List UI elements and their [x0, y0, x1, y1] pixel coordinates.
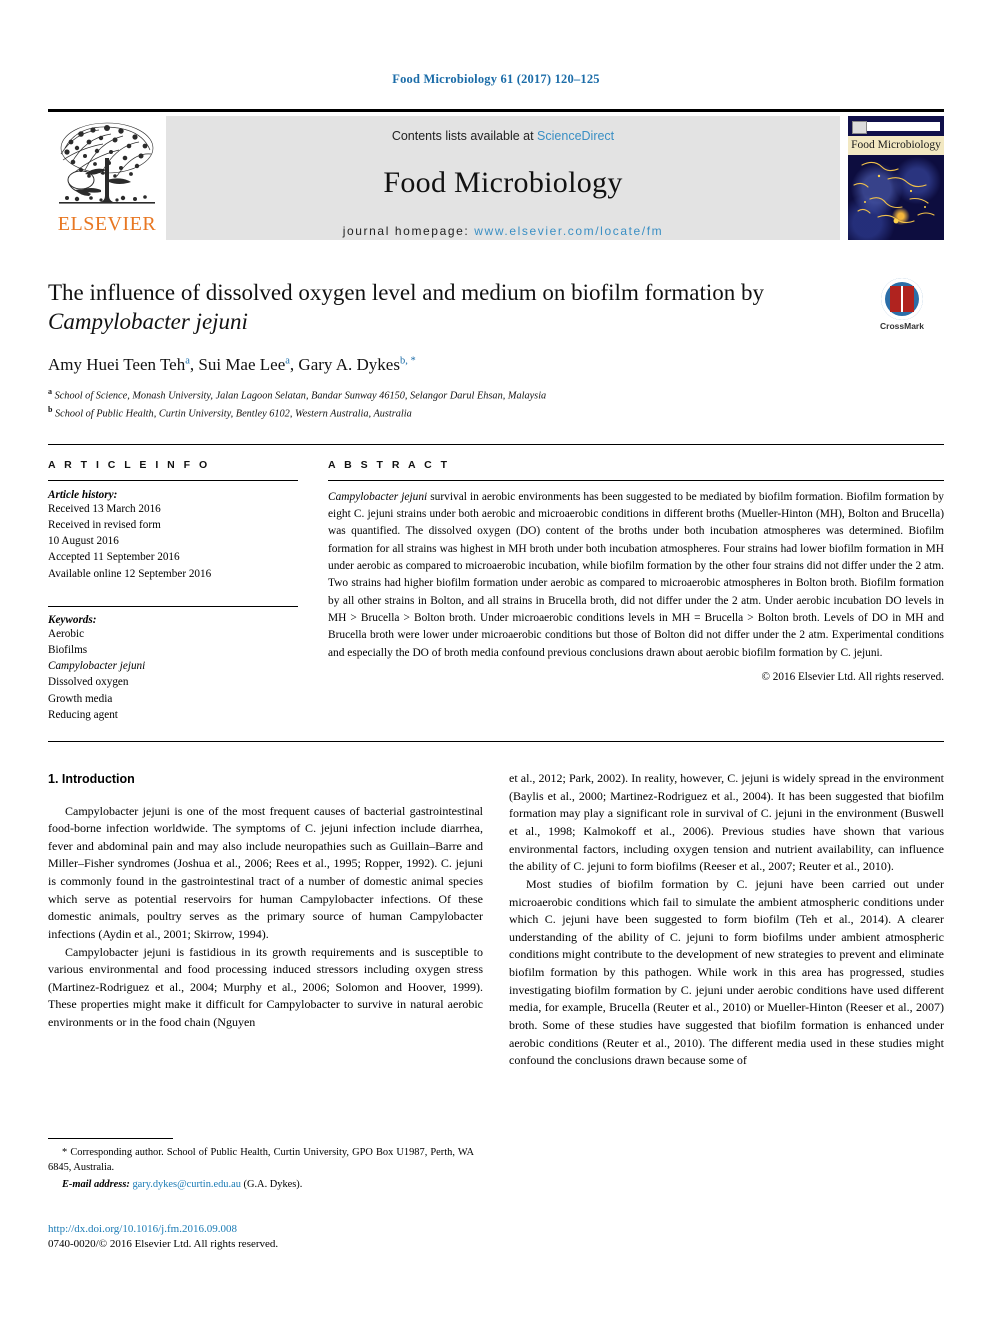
- paper-page: Food Microbiology 61 (2017) 120–125 ELSE…: [0, 0, 992, 1323]
- footnote-divider: [48, 1138, 173, 1139]
- list-item: Reducing agent: [48, 708, 118, 721]
- list-item: Growth media: [48, 692, 113, 705]
- title-text: The influence of dissolved oxygen level …: [48, 280, 765, 305]
- abstract-body: survival in aerobic environments has bee…: [328, 490, 944, 659]
- journal-homepage-line: journal homepage: www.elsevier.com/locat…: [166, 224, 840, 238]
- cover-title: Food Microbiology: [848, 136, 944, 155]
- article-info-column: A R T I C L E I N F O Article history: R…: [48, 459, 298, 724]
- doi-block: http://dx.doi.org/10.1016/j.fm.2016.09.0…: [48, 1222, 478, 1253]
- section-divider: [48, 741, 944, 743]
- author-name: Sui Mae Lee: [198, 354, 286, 374]
- body-column-left: 1. Introduction Campylobacter jejuni is …: [48, 770, 483, 1070]
- contents-available-line: Contents lists available at ScienceDirec…: [166, 116, 840, 143]
- list-item: Aerobic: [48, 627, 85, 640]
- abstract-column: A B S T R A C T Campylobacter jejuni sur…: [328, 459, 944, 724]
- paragraph: Campylobacter jejuni is fastidious in it…: [48, 944, 483, 1030]
- divider: [48, 479, 298, 481]
- email-owner: (G.A. Dykes).: [243, 1179, 303, 1191]
- email-label: E-mail address:: [62, 1179, 130, 1191]
- sciencedirect-link[interactable]: ScienceDirect: [537, 129, 614, 143]
- journal-cover-thumbnail: Food Microbiology: [848, 116, 944, 240]
- section-heading-introduction: 1. Introduction: [48, 772, 135, 787]
- journal-band: Contents lists available at ScienceDirec…: [166, 116, 840, 240]
- article-info-heading: A R T I C L E I N F O: [48, 458, 211, 471]
- copyright-line: © 2016 Elsevier Ltd. All rights reserved…: [761, 670, 945, 683]
- page-title: The influence of dissolved oxygen level …: [48, 278, 808, 337]
- divider: [48, 605, 298, 607]
- corresponding-text: Corresponding author. School of Public H…: [48, 1147, 474, 1174]
- elsevier-logo: ELSEVIER: [48, 112, 166, 244]
- journal-masthead: ELSEVIER Contents lists available at Sci…: [48, 109, 944, 244]
- info-abstract-section: A R T I C L E I N F O Article history: R…: [48, 443, 944, 724]
- affiliation-item: a School of Science, Monash University, …: [48, 386, 944, 404]
- keywords-block: Keywords: Aerobic Biofilms Campylobacter…: [48, 605, 298, 723]
- affiliation-marker: b: [48, 404, 53, 414]
- list-item: Biofilms: [48, 644, 88, 656]
- running-head: Food Microbiology 61 (2017) 120–125: [392, 72, 600, 86]
- list-item: Dissolved oxygen: [48, 676, 129, 689]
- elsevier-tree-icon: [51, 118, 163, 214]
- homepage-link[interactable]: www.elsevier.com/locate/fm: [474, 224, 663, 238]
- affiliation-item: b School of Public Health, Curtin Univer…: [48, 404, 944, 422]
- contents-prefix: Contents lists available at: [391, 129, 538, 143]
- affiliation-marker: a: [48, 386, 52, 396]
- paragraph: et al., 2012; Park, 2002). In reality, h…: [509, 771, 944, 874]
- author-name: Amy Huei Teen Teh: [48, 354, 186, 374]
- crossmark-icon: [881, 278, 923, 320]
- affiliation-list: a School of Science, Monash University, …: [48, 386, 944, 422]
- abstract-lead-species: Campylobacter jejuni: [328, 490, 428, 503]
- affiliation-text: School of Science, Monash University, Ja…: [54, 390, 547, 402]
- paragraph: Campylobacter jejuni is one of the most …: [48, 803, 483, 941]
- paragraph: Most studies of biofilm formation by C. …: [509, 876, 944, 1068]
- title-species: Campylobacter jejuni: [48, 309, 248, 335]
- journal-title: Food Microbiology: [383, 166, 623, 199]
- article-history-label: Article history:: [48, 488, 118, 501]
- cover-artwork: [848, 155, 944, 240]
- keywords-label: Keywords:: [48, 613, 97, 626]
- affiliation-text: School of Public Health, Curtin Universi…: [55, 408, 412, 420]
- author-affiliation-marker[interactable]: b, *: [400, 355, 416, 366]
- author-name: Gary A. Dykes: [298, 354, 400, 374]
- body-columns: 1. Introduction Campylobacter jejuni is …: [48, 770, 944, 1070]
- abstract-text: Campylobacter jejuni survival in aerobic…: [328, 489, 944, 662]
- footnote-block: * Corresponding author. School of Public…: [48, 1138, 474, 1192]
- list-item: Campylobacter jejuni: [48, 660, 146, 673]
- crossmark-label: CrossMark: [880, 321, 924, 331]
- corresponding-author-note: * Corresponding author. School of Public…: [48, 1145, 474, 1175]
- issn-copyright-line: 0740-0020/© 2016 Elsevier Ltd. All right…: [48, 1238, 279, 1251]
- article-history-list: Received 13 March 2016 Received in revis…: [48, 501, 298, 582]
- author-affiliation-marker[interactable]: a: [285, 355, 290, 366]
- body-column-right: et al., 2012; Park, 2002). In reality, h…: [509, 770, 944, 1070]
- divider: [328, 479, 944, 481]
- doi-link[interactable]: http://dx.doi.org/10.1016/j.fm.2016.09.0…: [48, 1222, 478, 1237]
- title-block: The influence of dissolved oxygen level …: [48, 278, 944, 422]
- list-item: 10 August 2016: [48, 535, 119, 548]
- list-item: Accepted 11 September 2016: [48, 551, 180, 564]
- author-list: Amy Huei Teen Teha, Sui Mae Leea, Gary A…: [48, 354, 416, 374]
- crossmark-badge-group[interactable]: CrossMark: [860, 278, 944, 331]
- abstract-heading: A B S T R A C T: [328, 458, 450, 471]
- email-note: E-mail address: gary.dykes@curtin.edu.au…: [48, 1177, 474, 1192]
- list-item: Available online 12 September 2016: [48, 567, 212, 580]
- author-affiliation-marker[interactable]: a: [185, 355, 190, 366]
- corresponding-marker: *: [62, 1147, 68, 1158]
- list-item: Received in revised form: [48, 518, 161, 531]
- cover-publisher-mark: [852, 121, 867, 134]
- keywords-list: Aerobic Biofilms Campylobacter jejuni Di…: [48, 626, 298, 723]
- elsevier-wordmark: ELSEVIER: [57, 213, 157, 235]
- homepage-prefix: journal homepage:: [342, 224, 475, 238]
- list-item: Received 13 March 2016: [48, 502, 161, 515]
- email-link[interactable]: gary.dykes@curtin.edu.au: [132, 1179, 240, 1190]
